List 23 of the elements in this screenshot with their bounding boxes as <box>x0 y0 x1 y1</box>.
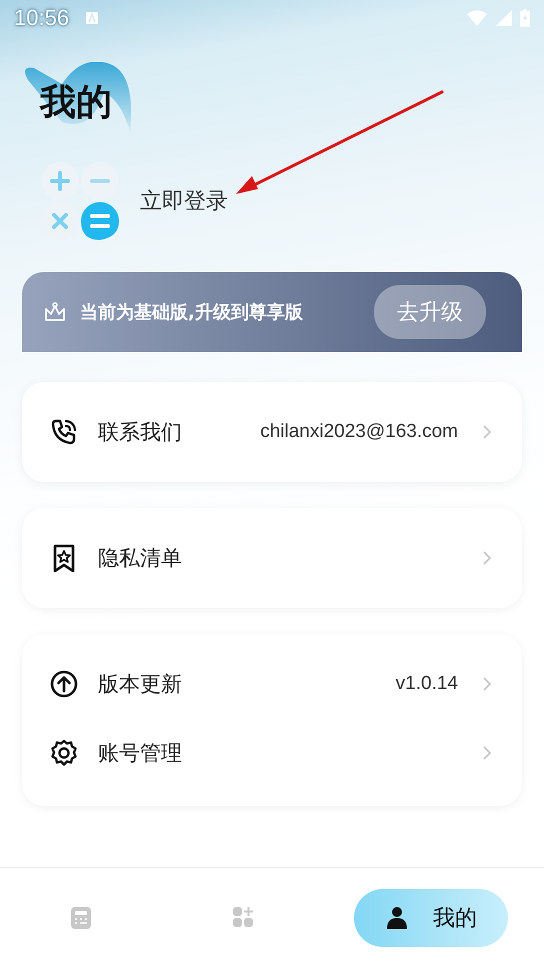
phone-icon <box>50 418 78 446</box>
menu-item[interactable]: 隐私清单 <box>50 525 492 591</box>
signal-icon <box>496 10 512 26</box>
nav-tab[interactable]: 我的 <box>354 889 508 947</box>
chevron-right-icon <box>482 745 492 761</box>
wifi-icon <box>466 10 488 26</box>
menu-item[interactable]: 账号管理 <box>50 717 492 789</box>
menu-item[interactable]: 联系我们 chilanxi2023@163.com <box>50 399 492 465</box>
page-title: 我的 <box>40 81 112 125</box>
keyboard-icon <box>85 11 100 25</box>
upgrade-prompt: 当前为基础版,升级到尊享版 <box>80 301 304 324</box>
user-icon <box>385 905 409 931</box>
status-time: 10:56 <box>14 5 70 31</box>
chevron-right-icon <box>482 550 492 566</box>
crown-icon <box>44 302 66 322</box>
login-link[interactable]: 立即登录 <box>140 186 228 216</box>
chevron-right-icon <box>482 676 492 692</box>
battery-icon <box>520 9 530 27</box>
calculator-icon <box>69 905 93 931</box>
settings-icon <box>50 739 78 767</box>
menu-item[interactable]: 版本更新 v1.0.14 <box>50 651 492 717</box>
chevron-right-icon <box>482 424 492 440</box>
up-arrow-circle-icon <box>50 670 78 698</box>
